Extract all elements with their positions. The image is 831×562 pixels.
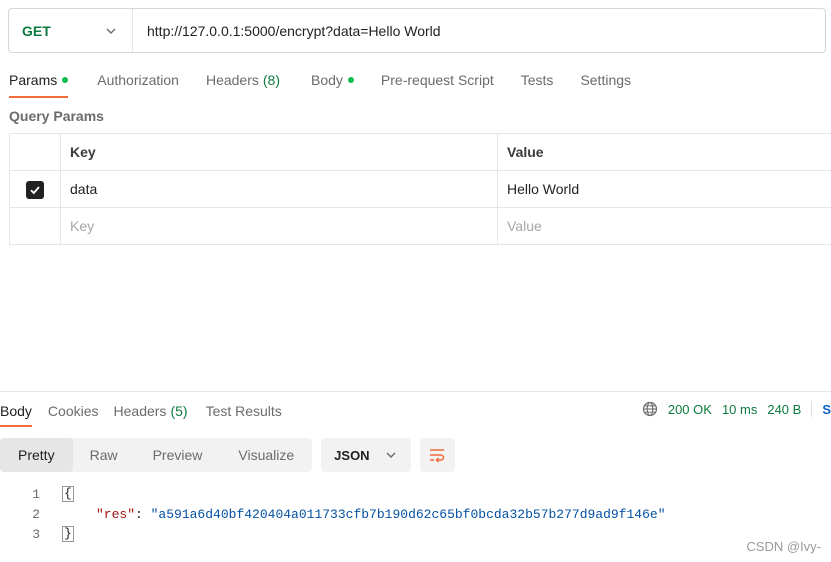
response-status: 200 OK 10 ms 240 B S (642, 401, 831, 417)
close-brace: } (62, 526, 74, 542)
header-value: Value (497, 133, 831, 171)
view-visualize-button[interactable]: Visualize (220, 438, 312, 472)
response-tabs: Body Cookies Headers (5) Test Results (0, 397, 294, 427)
active-dot-icon (347, 77, 354, 83)
check-cell (9, 170, 61, 208)
code-line: 1 { (0, 484, 666, 504)
json-colon: : (135, 506, 151, 522)
line-number: 2 (32, 506, 40, 522)
tab-label: Authorization (97, 72, 179, 88)
view-preview-button[interactable]: Preview (135, 438, 221, 472)
response-time[interactable]: 10 ms (722, 402, 757, 417)
tab-settings[interactable]: Settings (571, 64, 631, 96)
header-check-cell (9, 133, 61, 171)
tab-label: Headers (113, 403, 167, 419)
param-key-cell[interactable]: data (60, 170, 498, 208)
table-header-row: Key Value (9, 133, 831, 171)
param-value-cell[interactable]: Hello World (497, 170, 831, 208)
response-tab-body[interactable]: Body (0, 397, 32, 427)
status-code[interactable]: 200 OK (668, 402, 712, 417)
line-number: 3 (32, 526, 40, 542)
watermark: CSDN @Ivy- (746, 539, 821, 554)
tab-label: Test Results (205, 403, 282, 419)
open-brace: { (62, 486, 74, 502)
status-separator (811, 401, 813, 417)
response-header-count: (5) (170, 403, 188, 419)
response-divider (0, 391, 831, 392)
tab-tests[interactable]: Tests (512, 64, 554, 96)
save-response-button[interactable]: S (822, 402, 831, 417)
globe-icon[interactable] (642, 401, 658, 417)
method-label: GET (22, 22, 51, 39)
tab-label: Tests (520, 72, 554, 88)
tab-headers[interactable]: Headers (8) (197, 64, 280, 96)
format-select[interactable]: JSON (321, 438, 411, 472)
header-key: Key (60, 133, 498, 171)
tab-label: Params (9, 72, 58, 88)
tab-authorization[interactable]: Authorization (88, 64, 179, 96)
request-tabs: Params Authorization Headers (8) Body Pre… (0, 64, 649, 98)
response-size[interactable]: 240 B (767, 402, 801, 417)
url-bar: GET (8, 8, 826, 53)
tab-label: Body (0, 403, 32, 419)
tab-pre-request-script[interactable]: Pre-request Script (372, 64, 494, 96)
response-tab-cookies[interactable]: Cookies (48, 397, 99, 425)
response-tab-headers[interactable]: Headers (5) (114, 397, 188, 425)
table-row-new: Key Value (9, 207, 831, 245)
query-params-label: Query Params (9, 108, 104, 124)
tab-label: Pre-request Script (380, 72, 494, 88)
json-value: "a591a6d40bf420404a011733cfb7b190d62c65b… (150, 506, 666, 522)
json-key: "res" (96, 506, 136, 522)
tab-body[interactable]: Body (302, 64, 354, 96)
view-raw-button[interactable]: Raw (73, 438, 135, 472)
tab-label: Headers (205, 72, 259, 88)
params-table: Key Value data Hello World Key Value (9, 133, 831, 245)
wrap-lines-icon (430, 449, 445, 463)
new-key-cell[interactable]: Key (60, 207, 498, 245)
tab-params[interactable]: Params (0, 64, 69, 98)
view-mode-group: Pretty Raw Preview Visualize (0, 438, 313, 472)
param-checkbox[interactable] (26, 181, 44, 199)
tab-label: Body (311, 72, 343, 88)
response-toolbar: Pretty Raw Preview Visualize JSON (0, 438, 455, 472)
view-pretty-button[interactable]: Pretty (0, 438, 73, 472)
header-count: (8) (262, 72, 280, 88)
code-line: 3 } (0, 524, 666, 544)
table-row: data Hello World (9, 170, 831, 208)
chevron-down-icon (386, 452, 396, 458)
chevron-down-icon (106, 28, 116, 34)
response-tab-test-results[interactable]: Test Results (206, 397, 282, 425)
url-input[interactable] (133, 9, 825, 52)
format-label: JSON (334, 447, 370, 463)
new-value-cell[interactable]: Value (497, 207, 831, 245)
active-dot-icon (62, 77, 69, 83)
empty-check-cell (9, 207, 61, 245)
tab-label: Cookies (47, 403, 99, 419)
code-line: 2 "res": "a591a6d40bf420404a011733cfb7b1… (0, 504, 666, 524)
response-body-code[interactable]: 1 { 2 "res": "a591a6d40bf420404a011733cf… (0, 484, 666, 544)
wrap-lines-button[interactable] (419, 438, 455, 472)
method-select[interactable]: GET (9, 9, 133, 52)
line-number: 1 (32, 486, 40, 502)
checkmark-icon (30, 186, 40, 195)
tab-label: Settings (580, 72, 632, 88)
